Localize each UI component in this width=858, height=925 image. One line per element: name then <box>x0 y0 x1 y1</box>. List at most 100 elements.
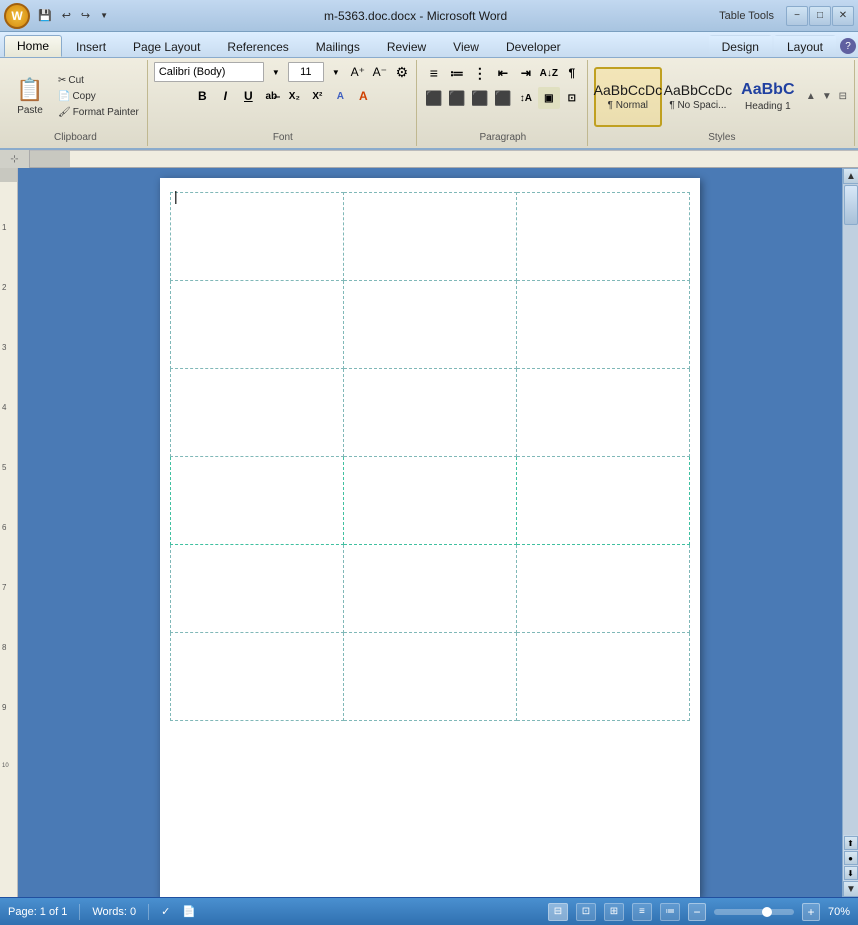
styles-scroll-up[interactable]: ▲ <box>804 67 818 127</box>
full-screen-view-btn[interactable]: ⊡ <box>576 903 596 921</box>
zoom-out-button[interactable]: − <box>688 903 706 921</box>
highlight-button[interactable]: A <box>352 85 374 107</box>
table-cell[interactable] <box>344 457 517 545</box>
bullets-button[interactable]: ≡ <box>423 62 445 84</box>
table-cell[interactable] <box>171 193 344 281</box>
sort-button[interactable]: A↓Z <box>538 62 560 84</box>
font-size-dropdown[interactable]: ▼ <box>326 62 346 82</box>
superscript-button[interactable]: X² <box>306 85 328 107</box>
table-cell[interactable] <box>344 545 517 633</box>
font-size-input[interactable] <box>288 62 324 82</box>
format-painter-button[interactable]: 🖌 Format Painter <box>54 105 143 120</box>
numbering-button[interactable]: ≔ <box>446 62 468 84</box>
styles-scroll-down[interactable]: ▼ <box>820 67 834 127</box>
zoom-slider-thumb[interactable] <box>762 907 772 917</box>
table-cell[interactable] <box>344 633 517 721</box>
zoom-slider[interactable] <box>714 909 794 915</box>
line-spacing-button[interactable]: ↕A <box>515 87 537 109</box>
tab-references[interactable]: References <box>214 35 301 57</box>
table-cell[interactable] <box>171 545 344 633</box>
align-center-button[interactable]: ⬛ <box>446 87 468 109</box>
style-heading1[interactable]: AaBbC Heading 1 <box>734 67 802 127</box>
subscript-button[interactable]: X₂ <box>283 85 305 107</box>
language-status: ✓ <box>161 905 170 918</box>
cut-button[interactable]: ✂ Cut <box>54 73 143 88</box>
outline-view-btn[interactable]: ≡ <box>632 903 652 921</box>
table-cell[interactable] <box>517 369 690 457</box>
document-table[interactable] <box>170 192 690 721</box>
font-name-input[interactable] <box>154 62 264 82</box>
shading-button[interactable]: ▣ <box>538 87 560 109</box>
close-button[interactable]: ✕ <box>832 6 854 26</box>
tab-developer[interactable]: Developer <box>493 35 574 57</box>
scroll-up-button[interactable]: ▲ <box>843 168 858 184</box>
document-page[interactable] <box>160 178 700 897</box>
align-right-button[interactable]: ⬛ <box>469 87 491 109</box>
tab-view[interactable]: View <box>440 35 492 57</box>
redo-quick-btn[interactable]: ↪ <box>77 7 94 24</box>
tab-design[interactable]: Design <box>709 35 772 57</box>
zoom-level[interactable]: 70% <box>828 906 850 918</box>
browse-object-button[interactable]: ● <box>844 851 858 865</box>
minimize-button[interactable]: − <box>786 6 808 26</box>
style-normal[interactable]: AaBbCcDc ¶ Normal <box>594 67 662 127</box>
font-name-dropdown[interactable]: ▼ <box>266 62 286 82</box>
table-cell[interactable] <box>171 369 344 457</box>
office-button[interactable]: W <box>4 3 30 29</box>
track-changes-status: 📄 <box>182 905 196 918</box>
increase-indent-button[interactable]: ⇥ <box>515 62 537 84</box>
style-no-spacing[interactable]: AaBbCcDc ¶ No Spaci... <box>664 67 732 127</box>
table-cell[interactable] <box>171 281 344 369</box>
browse-prev-button[interactable]: ⬆ <box>844 836 858 850</box>
italic-button[interactable]: I <box>214 85 236 107</box>
table-cell[interactable] <box>344 281 517 369</box>
underline-button[interactable]: U <box>237 85 259 107</box>
tab-mailings[interactable]: Mailings <box>303 35 373 57</box>
maximize-button[interactable]: □ <box>809 6 831 26</box>
web-layout-view-btn[interactable]: ⊞ <box>604 903 624 921</box>
text-effects-button[interactable]: A <box>329 85 351 107</box>
tab-review[interactable]: Review <box>374 35 439 57</box>
scroll-down-button[interactable]: ▼ <box>843 881 858 897</box>
ruler-corner[interactable]: ⊹ <box>0 150 30 168</box>
scroll-track[interactable] <box>843 184 858 835</box>
show-formatting-button[interactable]: ¶ <box>561 62 583 84</box>
tab-home[interactable]: Home <box>4 35 62 57</box>
table-cell[interactable] <box>517 457 690 545</box>
bold-button[interactable]: B <box>191 85 213 107</box>
paste-button[interactable]: 📋 Paste <box>8 68 52 126</box>
tab-insert[interactable]: Insert <box>63 35 119 57</box>
strikethrough-button[interactable]: ab̶ <box>260 85 282 107</box>
scroll-thumb[interactable] <box>844 185 858 225</box>
help-button[interactable]: ? <box>838 35 858 57</box>
quick-access-dropdown[interactable]: ▼ <box>96 9 112 22</box>
undo-quick-btn[interactable]: ↩ <box>58 7 75 24</box>
cut-icon: ✂ <box>58 75 66 86</box>
justify-button[interactable]: ⬛ <box>492 87 514 109</box>
copy-button[interactable]: 📄 Copy <box>54 89 143 104</box>
table-cell[interactable] <box>171 457 344 545</box>
table-cell[interactable] <box>517 193 690 281</box>
table-cell[interactable] <box>517 281 690 369</box>
decrease-font-btn[interactable]: A⁻ <box>370 62 390 82</box>
align-left-button[interactable]: ⬛ <box>423 87 445 109</box>
zoom-in-button[interactable]: + <box>802 903 820 921</box>
tab-layout[interactable]: Layout <box>774 35 836 57</box>
print-layout-view-btn[interactable]: ⊟ <box>548 903 568 921</box>
table-cell[interactable] <box>517 545 690 633</box>
borders-button[interactable]: ⊡ <box>561 87 583 109</box>
multilevel-list-button[interactable]: ⋮ <box>469 62 491 84</box>
tab-page-layout[interactable]: Page Layout <box>120 35 213 57</box>
increase-font-btn[interactable]: A⁺ <box>348 62 368 82</box>
decrease-indent-button[interactable]: ⇤ <box>492 62 514 84</box>
document-area[interactable] <box>18 168 842 897</box>
draft-view-btn[interactable]: ≔ <box>660 903 680 921</box>
browse-next-button[interactable]: ⬇ <box>844 866 858 880</box>
table-cell[interactable] <box>171 633 344 721</box>
styles-expand[interactable]: ⊟ <box>836 67 850 127</box>
clear-format-btn[interactable]: ⚙ <box>392 62 412 82</box>
table-cell[interactable] <box>517 633 690 721</box>
table-cell[interactable] <box>344 369 517 457</box>
save-quick-btn[interactable]: 💾 <box>34 7 56 24</box>
table-cell[interactable] <box>344 193 517 281</box>
